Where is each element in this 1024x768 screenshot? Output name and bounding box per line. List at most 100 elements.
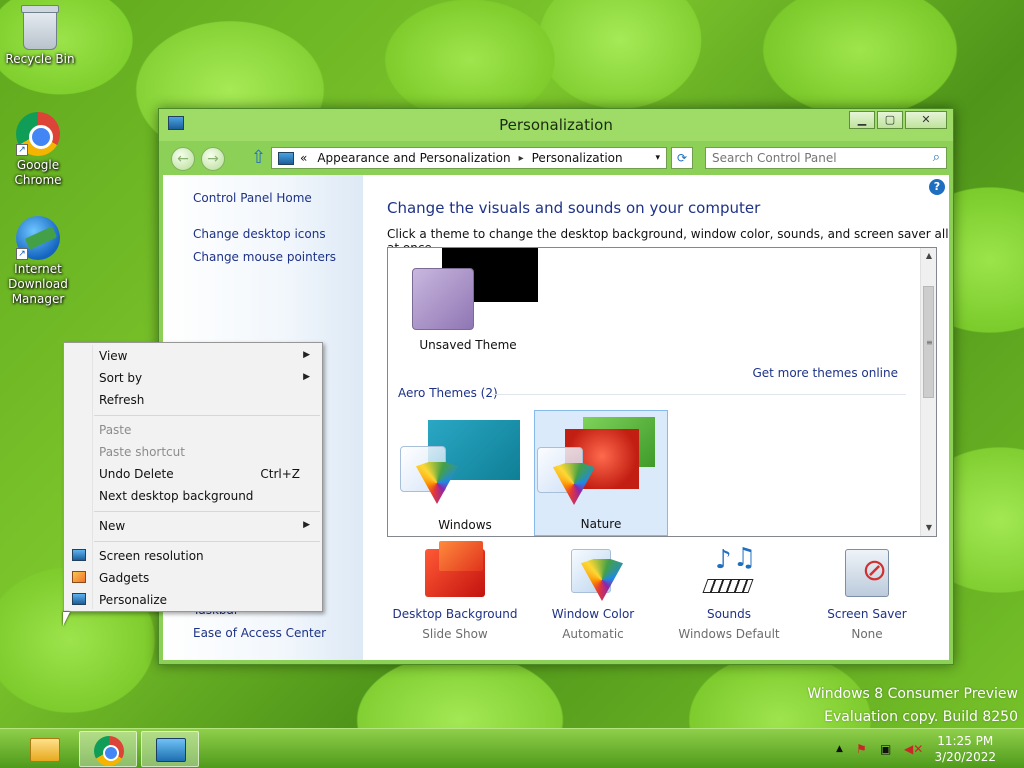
search-input[interactable]	[706, 148, 916, 168]
menu-item-label: View	[99, 349, 128, 363]
window-title: Personalization	[499, 116, 613, 134]
address-prefix[interactable]: «	[300, 151, 307, 165]
address-bar[interactable]: « Appearance and Personalization ▸ Perso…	[271, 147, 667, 169]
title-bar[interactable]: Personalization ▁ ▢ ✕	[159, 109, 953, 141]
watermark-line-1: Windows 8 Consumer Preview	[807, 686, 1018, 702]
menu-item-screen-resolution[interactable]: Screen resolution	[66, 545, 320, 567]
action-center-flag-icon[interactable]: ⚑	[856, 742, 867, 756]
theme-windows[interactable]: Windows	[398, 410, 532, 536]
taskbar-control-panel[interactable]	[141, 731, 199, 767]
link-control-panel-home[interactable]: Control Panel Home	[193, 191, 312, 205]
screen-saver-setting[interactable]: Screen Saver None	[799, 549, 935, 641]
menu-item-sort-by[interactable]: Sort by ▶	[66, 367, 320, 389]
menu-item-label: Next desktop background	[99, 489, 254, 503]
window-color-setting[interactable]: Window Color Automatic	[525, 549, 661, 641]
setting-label[interactable]: Window Color	[525, 607, 661, 621]
mouse-cursor-icon	[63, 612, 70, 626]
menu-item-label: Screen resolution	[99, 549, 204, 563]
theme-list: Unsaved Theme Get more themes online Aer…	[387, 247, 937, 537]
submenu-arrow-icon: ▶	[303, 520, 310, 530]
system-tray: ▲ ⚑ ▣ ◀✕ 11:25 PM 3/20/2022	[834, 729, 1024, 768]
navigation-bar: ← → ⇧ « Appearance and Personalization ▸…	[159, 141, 953, 173]
menu-item-shortcut: Ctrl+Z	[260, 467, 300, 481]
chrome-icon	[94, 736, 124, 766]
close-button[interactable]: ✕	[905, 111, 947, 129]
theme-settings-row: Desktop Background Slide Show Window Col…	[387, 541, 937, 659]
setting-label[interactable]: Screen Saver	[799, 607, 935, 621]
scroll-up-arrow-icon[interactable]: ▲	[921, 248, 936, 264]
menu-item-label: Paste	[99, 423, 132, 437]
show-hidden-icons-arrow-icon[interactable]: ▲	[836, 744, 843, 754]
desktop-icon-google-chrome[interactable]: ↗ Google Chrome	[0, 112, 76, 188]
setting-value: Slide Show	[422, 627, 488, 641]
window-color-icon	[563, 549, 623, 601]
desktop-icon-recycle-bin[interactable]: Recycle Bin	[2, 5, 78, 67]
submenu-arrow-icon: ▶	[303, 372, 310, 382]
link-change-desktop-icons[interactable]: Change desktop icons	[193, 227, 326, 241]
help-icon[interactable]: ?	[929, 179, 945, 195]
breadcrumb-separator-icon[interactable]: ▸	[519, 153, 524, 164]
menu-separator	[94, 511, 320, 512]
menu-item-view[interactable]: View ▶	[66, 345, 320, 367]
scroll-grip-icon: ≡	[926, 338, 933, 347]
setting-label[interactable]: Sounds	[661, 607, 797, 621]
menu-item-new[interactable]: New ▶	[66, 515, 320, 537]
menu-item-label: Refresh	[99, 393, 145, 407]
menu-separator	[94, 541, 320, 542]
theme-label: Windows	[438, 518, 492, 532]
menu-item-paste: Paste	[66, 419, 320, 441]
screen-saver-icon	[845, 549, 889, 597]
taskbar: ▲ ⚑ ▣ ◀✕ 11:25 PM 3/20/2022	[0, 728, 1024, 768]
recycle-bin-icon	[21, 5, 59, 50]
menu-item-next-desktop-background[interactable]: Next desktop background	[66, 485, 320, 507]
search-box[interactable]: ⌕	[705, 147, 947, 169]
minimize-button[interactable]: ▁	[849, 111, 875, 129]
back-button[interactable]: ←	[171, 147, 195, 171]
menu-item-undo-delete[interactable]: Undo Delete Ctrl+Z	[66, 463, 320, 485]
menu-item-gadgets[interactable]: Gadgets	[66, 567, 320, 589]
maximize-button[interactable]: ▢	[877, 111, 903, 129]
chrome-icon: ↗	[16, 112, 60, 156]
file-explorer-icon	[30, 738, 60, 762]
desktop-context-menu: View ▶ Sort by ▶ Refresh Paste Paste sho…	[63, 342, 323, 612]
monitor-icon	[72, 549, 86, 561]
setting-value: Windows Default	[678, 627, 780, 641]
menu-item-label: Sort by	[99, 371, 143, 385]
refresh-button[interactable]: ⟳	[671, 147, 693, 169]
breadcrumb-appearance[interactable]: Appearance and Personalization	[317, 151, 510, 165]
link-change-mouse-pointers[interactable]: Change mouse pointers	[193, 250, 336, 264]
shortcut-arrow-icon: ↗	[16, 248, 28, 260]
theme-nature[interactable]: Nature	[534, 410, 668, 536]
volume-muted-icon[interactable]: ◀✕	[904, 742, 923, 756]
menu-item-label: Paste shortcut	[99, 445, 185, 459]
setting-label[interactable]: Desktop Background	[387, 607, 523, 621]
main-pane: ? Change the visuals and sounds on your …	[363, 175, 949, 660]
shortcut-arrow-icon: ↗	[16, 144, 28, 156]
taskbar-google-chrome[interactable]	[79, 731, 137, 767]
setting-value: None	[851, 627, 883, 641]
scroll-thumb[interactable]: ≡	[923, 286, 934, 398]
menu-item-personalize[interactable]: Personalize	[66, 589, 320, 611]
scroll-down-arrow-icon[interactable]: ▼	[921, 520, 936, 536]
menu-item-refresh[interactable]: Refresh	[66, 389, 320, 411]
theme-label: Unsaved Theme	[419, 338, 517, 352]
system-clock[interactable]: 11:25 PM 3/20/2022	[934, 733, 996, 765]
menu-item-label: Gadgets	[99, 571, 150, 585]
breadcrumb-personalization[interactable]: Personalization	[532, 151, 623, 165]
menu-item-paste-shortcut: Paste shortcut	[66, 441, 320, 463]
forward-button[interactable]: →	[201, 147, 225, 171]
sounds-setting[interactable]: ♪ ♫ Sounds Windows Default	[661, 543, 797, 641]
network-icon[interactable]: ▣	[880, 742, 891, 756]
link-ease-of-access-center[interactable]: Ease of Access Center	[193, 626, 326, 640]
taskbar-file-explorer[interactable]	[16, 731, 74, 767]
desktop-icon-idm[interactable]: ↗ Internet Download Manager	[0, 216, 76, 307]
up-arrow-icon[interactable]: ⇧	[251, 149, 266, 167]
menu-separator	[94, 415, 320, 416]
address-dropdown-icon[interactable]: ▾	[655, 153, 660, 163]
theme-list-scrollbar[interactable]: ▲ ≡ ▼	[920, 248, 936, 536]
search-icon[interactable]: ⌕	[933, 150, 940, 165]
personalize-icon	[72, 593, 86, 605]
desktop-background-setting[interactable]: Desktop Background Slide Show	[387, 541, 523, 641]
link-get-more-themes[interactable]: Get more themes online	[752, 366, 898, 380]
theme-unsaved[interactable]: Unsaved Theme	[398, 248, 538, 358]
